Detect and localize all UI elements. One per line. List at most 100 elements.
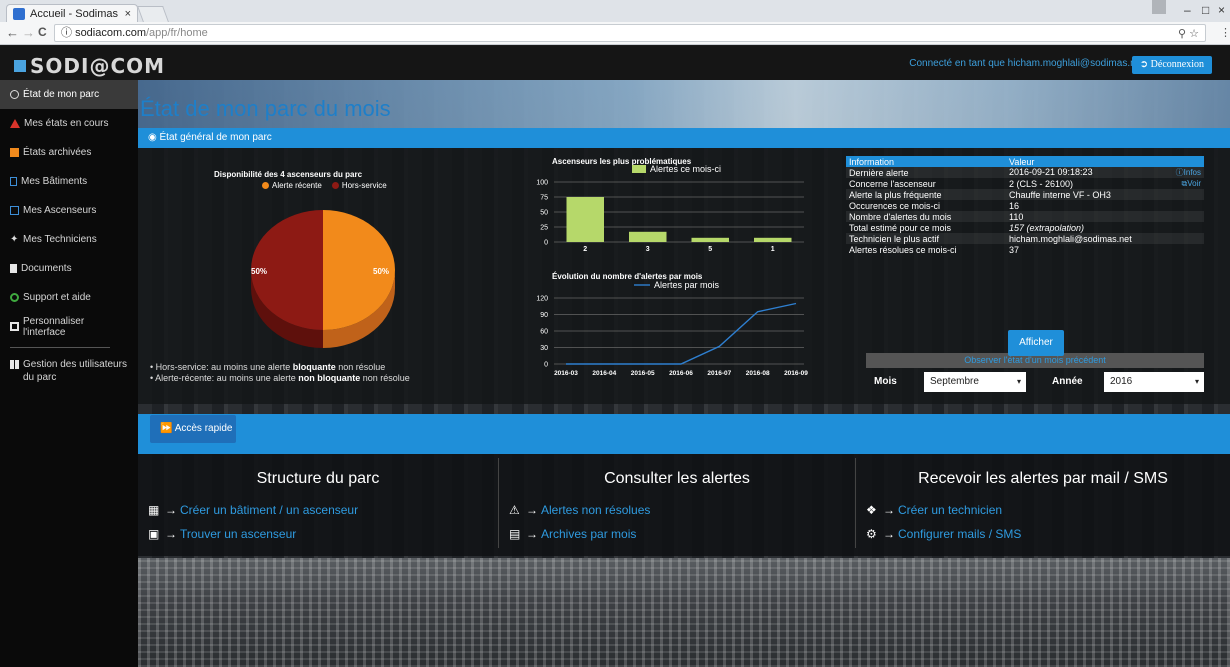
building-icon: ▦ bbox=[148, 503, 160, 517]
forward-button[interactable]: → bbox=[22, 25, 35, 40]
bar-legend-label: Alertes ce mois-ci bbox=[650, 164, 721, 174]
panel-header-acces-rapide bbox=[138, 414, 1230, 454]
info-key: Technicien le plus actif bbox=[846, 233, 1006, 244]
grid-icon bbox=[10, 360, 19, 369]
support-icon bbox=[10, 293, 19, 302]
chevron-down-icon: ▾ bbox=[1194, 377, 1199, 386]
info-table: Information Valeur Dernière alerte 2016-0… bbox=[846, 156, 1204, 255]
link-configurer-mails[interactable]: ⚙ → Configurer mails / SMS bbox=[866, 522, 1230, 546]
sidebar-item-ascenseurs[interactable]: Mes Ascenseurs bbox=[0, 196, 138, 225]
line-series-alertes bbox=[566, 302, 797, 365]
logout-button[interactable]: ➲ Déconnexion bbox=[1131, 56, 1212, 74]
bar-ytick: 0 bbox=[544, 240, 548, 247]
panel-title: État général de mon parc bbox=[159, 132, 272, 143]
voir-link[interactable]: ⧉Voir bbox=[1181, 179, 1201, 189]
column-recevoir-alertes: Recevoir les alertes par mail / SMS ❖ → Cr… bbox=[856, 454, 1230, 556]
info-icon[interactable]: ⓘ bbox=[61, 27, 72, 39]
sidebar-item-etats-en-cours[interactable]: Mes états en cours bbox=[0, 109, 138, 138]
line-ytick: 90 bbox=[540, 312, 548, 319]
pie-legend: Alerte récente Hors-service bbox=[262, 181, 387, 190]
tab-close-icon[interactable]: × bbox=[125, 8, 131, 20]
zoom-star-icons[interactable]: ⚲ ☆ bbox=[1178, 26, 1199, 42]
sidebar-item-support[interactable]: Support et aide bbox=[0, 283, 138, 312]
acces-rapide-button[interactable]: ⏩ Accès rapide bbox=[150, 415, 236, 443]
sidebar-item-documents[interactable]: Documents bbox=[0, 254, 138, 283]
app-header: SODI@COM Connecté en tant que hicham.mog… bbox=[0, 46, 1230, 80]
sidebar-item-gestion-utilisateurs[interactable]: Gestion des utilisateurs du parc bbox=[0, 354, 138, 388]
column-title: Structure du parc bbox=[256, 470, 380, 487]
bar-legend-swatch bbox=[632, 165, 646, 173]
url-path: /app/fr/home bbox=[145, 27, 208, 39]
link-alertes-non-resolues[interactable]: ⚠ → Alertes non résolues bbox=[509, 498, 855, 522]
close-window-button[interactable]: × bbox=[1218, 3, 1225, 17]
infos-link[interactable]: ⓘInfos bbox=[1176, 167, 1201, 178]
sidebar-item-etat-parc[interactable]: État de mon parc bbox=[0, 80, 138, 109]
pie-note-alerte-recente: • Alerte-récente: au moins une alerte no… bbox=[150, 373, 410, 383]
panel-header-etat-general: ◉ État général de mon parc bbox=[138, 128, 1230, 148]
reload-button[interactable]: C bbox=[38, 25, 47, 39]
document-icon bbox=[10, 264, 17, 273]
menu-icon[interactable]: ⋮ bbox=[1220, 26, 1230, 39]
bar-ytick: 100 bbox=[536, 180, 548, 187]
bar-xtick: 5 bbox=[708, 246, 712, 253]
line-xtick: 2016-07 bbox=[707, 370, 731, 377]
pie-label-hors-service: 50% bbox=[251, 267, 267, 276]
info-key: Alertes résolues ce mois-ci bbox=[849, 244, 957, 255]
info-header-valeur: Valeur bbox=[1006, 156, 1204, 167]
sidebar-item-label: État de mon parc bbox=[23, 89, 100, 100]
info-key: Occurences ce mois-ci bbox=[849, 200, 941, 211]
sidebar-item-batiments[interactable]: Mes Bâtiments bbox=[0, 167, 138, 196]
main-content: État de mon parc du mois ◉ État général … bbox=[138, 80, 1230, 667]
browser-tabstrip: Accueil - Sodimas × – □ × bbox=[0, 0, 1230, 22]
legend-label-hors-service: Hors-service bbox=[341, 181, 387, 190]
link-trouver-ascenseur[interactable]: ▣ → Trouver un ascenseur bbox=[148, 522, 498, 546]
chevron-down-icon: ▾ bbox=[1016, 377, 1021, 386]
column-structure-parc: Structure du parc ▦ → Créer un bâtiment / … bbox=[138, 454, 498, 556]
year-select[interactable]: 2016 ▾ bbox=[1104, 372, 1204, 392]
sidebar-item-label: Mes Ascenseurs bbox=[23, 205, 97, 216]
sidebar: État de mon parc Mes états en cours État… bbox=[0, 80, 138, 667]
sidebar-item-label: Mes Techniciens bbox=[23, 234, 97, 245]
bar-1 bbox=[754, 237, 792, 242]
logo[interactable]: SODI@COM bbox=[14, 54, 165, 78]
browser-tab[interactable]: Accueil - Sodimas × bbox=[6, 4, 138, 22]
month-select[interactable]: Septembre ▾ bbox=[924, 372, 1026, 392]
table-row: Alerte la plus fréquente Chauffe interne … bbox=[846, 189, 1204, 200]
info-key: Concerne l'ascenseur bbox=[849, 178, 936, 189]
link-creer-batiment[interactable]: ▦ → Créer un bâtiment / un ascenseur bbox=[148, 498, 498, 522]
table-row: Technicien le plus actif hicham.moghlali@… bbox=[846, 233, 1204, 244]
address-bar[interactable]: ⓘ sodiacom.com/app/fr/home ⚲ ☆ bbox=[54, 24, 1206, 42]
info-value: 2016-09-21 09:18:23 ⓘInfos bbox=[1006, 167, 1204, 178]
year-value: 2016 bbox=[1110, 376, 1133, 387]
info-value: 2 (CLS - 26100) ⧉Voir bbox=[1009, 178, 1201, 189]
bar-ytick: 50 bbox=[540, 210, 548, 217]
info-value: 110 bbox=[1006, 211, 1204, 222]
line-xtick: 2016-08 bbox=[746, 370, 770, 377]
sidebar-item-techniciens[interactable]: ✦ Mes Techniciens bbox=[0, 225, 138, 254]
afficher-button[interactable]: Afficher bbox=[1008, 330, 1064, 356]
logo-icon bbox=[14, 60, 26, 72]
warning-icon bbox=[10, 119, 20, 128]
customize-icon bbox=[10, 322, 19, 331]
pie-chart-title: Disponibilité des 4 ascenseurs du parc bbox=[214, 170, 363, 179]
bar-ytick: 25 bbox=[540, 225, 548, 232]
logout-label: Déconnexion bbox=[1150, 59, 1204, 70]
info-value: hicham.moghlali@sodimas.net bbox=[1006, 233, 1204, 244]
column-title: Recevoir les alertes par mail / SMS bbox=[918, 470, 1168, 487]
sidebar-item-etats-archives[interactable]: États archivées bbox=[0, 138, 138, 167]
panel-etat-general: Disponibilité des 4 ascenseurs du parc A… bbox=[138, 148, 1230, 404]
profile-icon[interactable] bbox=[1152, 0, 1166, 14]
legend-swatch-alerte bbox=[262, 182, 269, 189]
sidebar-item-personnaliser[interactable]: Personnaliser l'interface bbox=[0, 312, 138, 341]
fast-forward-icon: ⏩ bbox=[160, 423, 175, 434]
link-creer-technicien[interactable]: ❖ → Créer un technicien bbox=[866, 498, 1230, 522]
line-chart: 0 30 60 90 120 2016-03 2016-04 2016-05 2016-06 20… bbox=[536, 280, 808, 377]
maximize-button[interactable]: □ bbox=[1202, 3, 1209, 17]
back-button[interactable]: ← bbox=[6, 25, 19, 40]
pie-chart: 50% 50% bbox=[251, 210, 395, 348]
minimize-button[interactable]: – bbox=[1184, 3, 1191, 17]
new-tab-button[interactable] bbox=[137, 6, 169, 22]
table-row: Occurences ce mois-ci 16 bbox=[846, 200, 1204, 211]
link-archives-par-mois[interactable]: ▤ → Archives par mois bbox=[509, 522, 855, 546]
gear-icon: ⚙ bbox=[866, 527, 877, 541]
